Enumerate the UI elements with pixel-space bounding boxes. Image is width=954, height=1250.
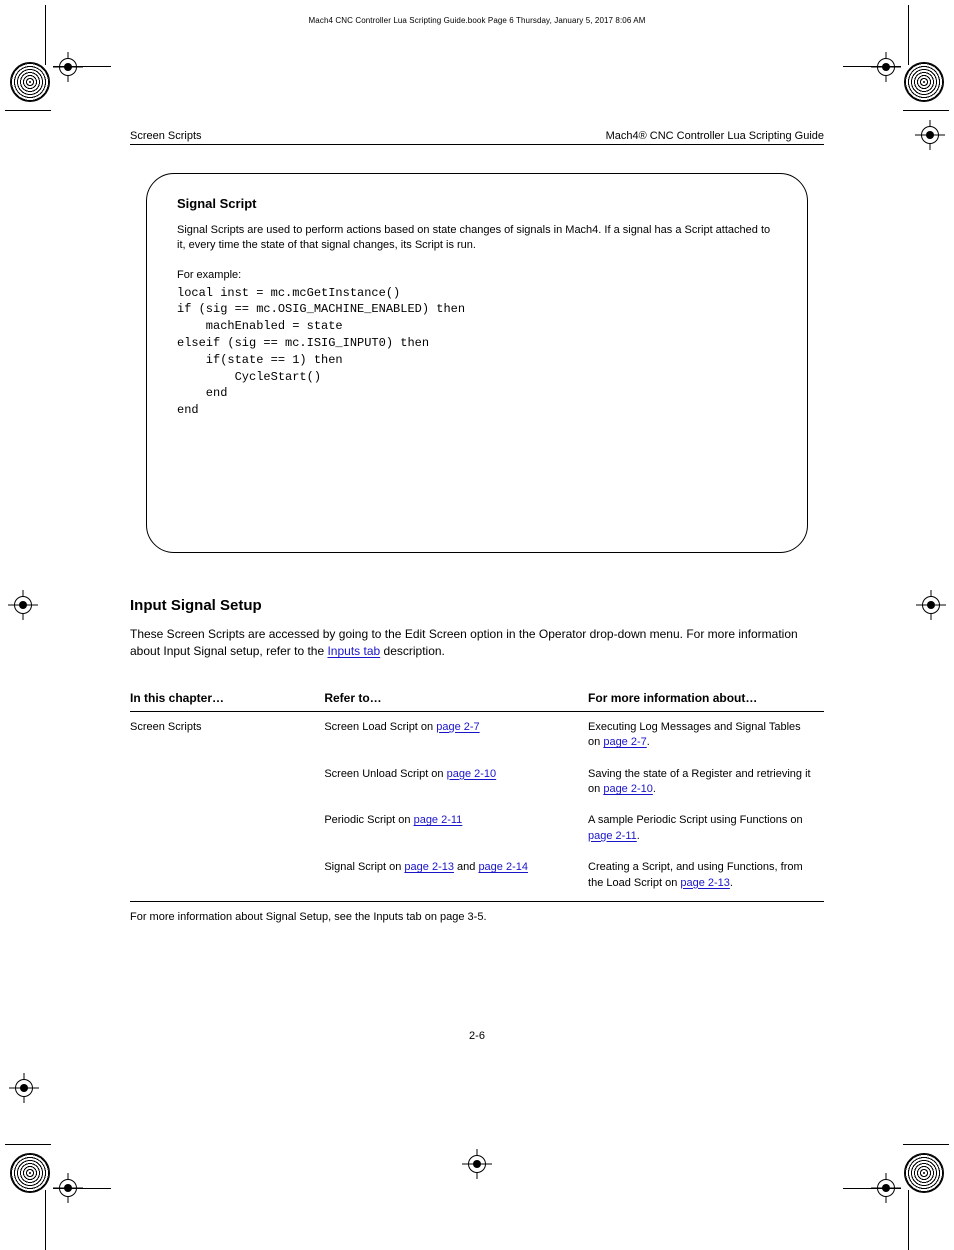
registration-mark-icon [8,590,38,620]
table-row: Screen Unload Script on page 2-10 Saving… [130,759,824,806]
cell: Executing Log Messages and Signal Tables… [588,711,824,758]
page-link[interactable]: page 2-14 [478,861,528,873]
page-link[interactable]: page 2-13 [680,877,730,889]
panel-title: Signal Script [177,196,777,211]
cell: Saving the state of a Register and retri… [588,759,824,806]
inputs-tab-link[interactable]: Inputs tab [327,644,380,658]
para-pre: These Screen Scripts are accessed by goi… [130,627,798,658]
cell: Screen Scripts [130,711,324,758]
page-content: Screen Scripts Mach4® CNC Controller Lua… [130,130,824,933]
para-post: description. [380,644,445,658]
header-right: Mach4® CNC Controller Lua Scripting Guid… [606,130,824,142]
table-row: Periodic Script on page 2-11 A sample Pe… [130,805,824,852]
cell: Periodic Script on page 2-11 [324,805,588,852]
intro-paragraph: These Screen Scripts are accessed by goi… [130,626,824,661]
col-header-3: For more information about… [588,685,824,712]
panel-example-label: For example: [177,269,777,281]
registration-mark-icon [5,1105,95,1195]
registration-mark-icon [5,60,95,150]
table-row: Screen Scripts Screen Load Script on pag… [130,711,824,758]
cell: Signal Script on page 2-13 and page 2-14 [324,852,588,901]
registration-mark-icon [916,590,946,620]
cell: Creating a Script, and using Functions, … [588,852,824,901]
signal-script-panel: Signal Script Signal Scripts are used to… [146,173,808,553]
table-footer: For more information about Signal Setup,… [130,901,824,933]
registration-mark-icon [859,60,949,150]
panel-desc: Signal Scripts are used to perform actio… [177,223,777,253]
cell: A sample Periodic Script using Functions… [588,805,824,852]
col-header-1: In this chapter… [130,685,324,712]
reference-table: In this chapter… Refer to… For more info… [130,685,824,934]
page-link[interactable]: page 2-11 [414,814,463,826]
page-link[interactable]: page 2-7 [436,721,479,733]
col-header-2: Refer to… [324,685,588,712]
cell: Screen Load Script on page 2-7 [324,711,588,758]
page-link[interactable]: page 2-11 [588,830,637,842]
table-row: Signal Script on page 2-13 and page 2-14… [130,852,824,901]
page-link[interactable]: page 2-13 [404,861,454,873]
running-head: Mach4 CNC Controller Lua Scripting Guide… [309,16,646,25]
header-left: Screen Scripts [130,130,202,142]
page-link[interactable]: page 2-7 [603,736,646,748]
registration-mark-icon [462,1149,492,1179]
page-number: 2-6 [469,1030,485,1042]
table-footer-row: For more information about Signal Setup,… [130,901,824,933]
page-link[interactable]: page 2-10 [603,783,653,795]
registration-mark-icon [859,1105,949,1195]
section-heading: Input Signal Setup [130,597,824,614]
cell: Screen Unload Script on page 2-10 [324,759,588,806]
code-block: local inst = mc.mcGetInstance() if (sig … [177,285,777,419]
page-header: Screen Scripts Mach4® CNC Controller Lua… [130,130,824,145]
page-link[interactable]: page 2-10 [447,768,497,780]
